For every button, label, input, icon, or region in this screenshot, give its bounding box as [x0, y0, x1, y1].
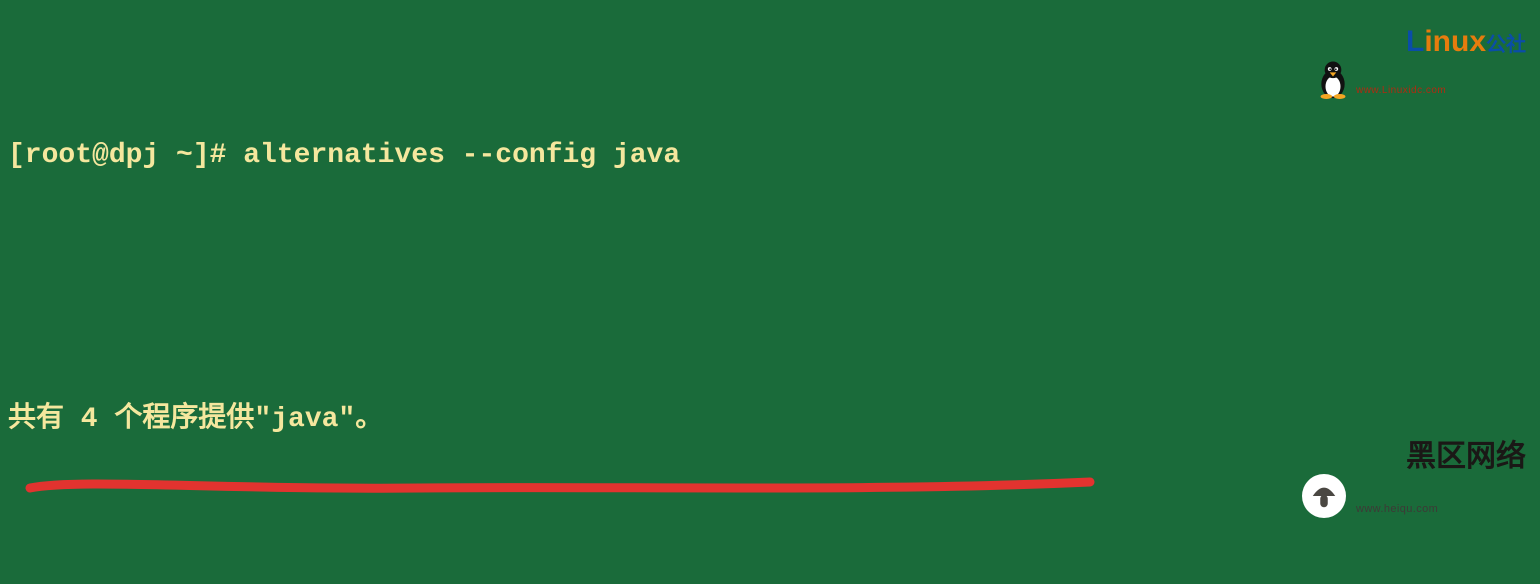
mushroom-icon [1302, 474, 1346, 518]
shell-prompt: [root@dpj ~]# [8, 140, 226, 171]
watermark-top: Linux公社 www.Linuxidc.com [1316, 6, 1526, 151]
wm-bot-sub: www.heiqu.com [1356, 496, 1526, 522]
blank-line [8, 530, 1532, 574]
summary-line: 共有 4 个程序提供"java"。 [8, 398, 1532, 442]
wm-top-suffix: 公社 [1486, 34, 1526, 56]
annotation-underline [20, 470, 1120, 500]
wm-top-orange: inux [1424, 25, 1486, 58]
wm-top-sub: www.Linuxidc.com [1356, 79, 1526, 103]
typed-command: alternatives --config java [243, 140, 680, 171]
penguin-icon [1316, 59, 1350, 99]
blank-line [8, 266, 1532, 310]
wm-top-blue: L [1406, 25, 1424, 58]
wm-bot-brand: 黑区网络 [1406, 440, 1526, 473]
command-line: [root@dpj ~]# alternatives --config java [8, 134, 1532, 178]
terminal-window[interactable]: [root@dpj ~]# alternatives --config java… [0, 0, 1540, 584]
